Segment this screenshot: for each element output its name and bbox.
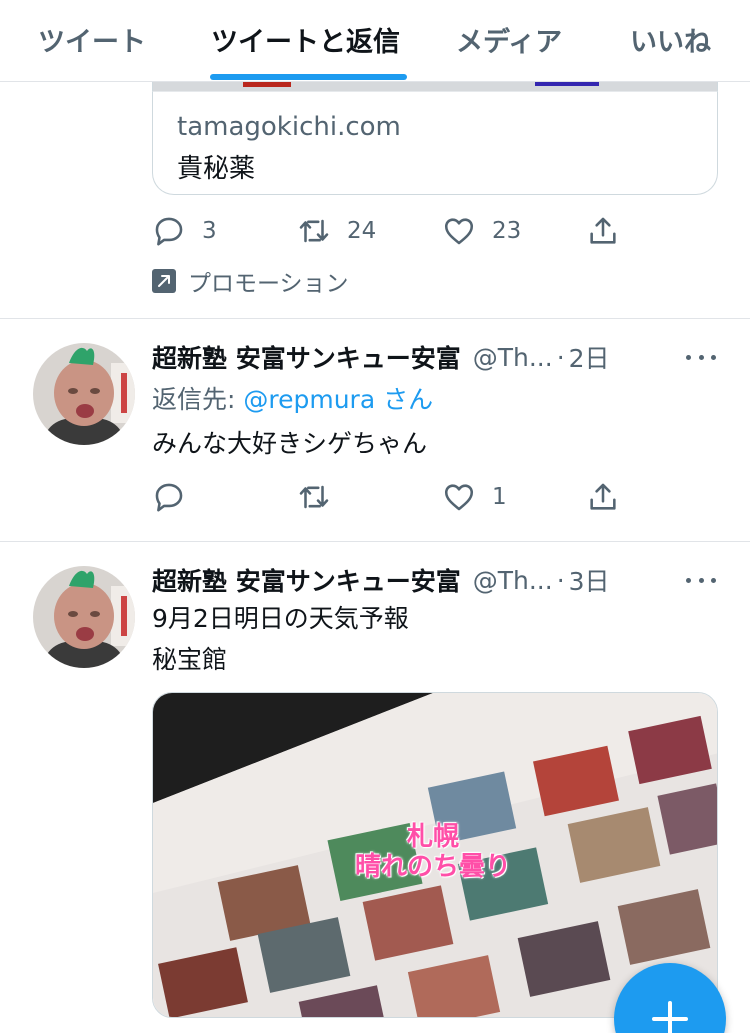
media-caption-line-2: 晴れのち曇り: [355, 852, 512, 882]
promoted-icon: [152, 269, 176, 293]
author-name[interactable]: 超新塾 安富サンキュー安富: [152, 340, 461, 374]
author-handle[interactable]: @Th...: [473, 343, 553, 372]
separator: ·: [556, 565, 565, 595]
avatar[interactable]: [33, 566, 135, 668]
separator: ·: [556, 342, 565, 372]
plus-icon: [652, 1001, 688, 1033]
heart-icon: [444, 484, 474, 511]
tab-tweets-and-replies[interactable]: ツイートと返信: [211, 20, 400, 59]
promoted-label: プロモーション: [188, 271, 349, 297]
profile-tab-bar: ツイート ツイートと返信 メディア いいね: [0, 0, 750, 82]
tweet-time[interactable]: 2日: [569, 340, 610, 374]
retweet-button[interactable]: [297, 477, 331, 517]
retweet-button[interactable]: 24: [297, 211, 376, 251]
tab-media[interactable]: メディア: [456, 20, 562, 59]
retweet-icon: [299, 219, 329, 243]
author-handle[interactable]: @Th...: [473, 566, 553, 595]
tweet-actions: 1: [152, 477, 632, 517]
link-card[interactable]: tamagokichi.com 貴秘薬: [152, 91, 718, 195]
reply-suffix: さん: [375, 385, 434, 414]
divider: [0, 541, 750, 542]
tweet-text: みんな大好きシゲちゃん: [152, 429, 428, 458]
promoted-badge: プロモーション: [152, 264, 349, 298]
tweet-header: 超新塾 安富サンキュー安富 @Th... · 2日: [152, 340, 672, 374]
reply-button[interactable]: [152, 477, 186, 517]
share-button[interactable]: [586, 477, 620, 517]
active-tab-indicator: [210, 74, 407, 80]
tweet-text-line-1: 9月2日明日の天気予報: [152, 604, 409, 633]
like-count: 1: [492, 484, 507, 510]
retweet-count: 24: [347, 218, 377, 244]
tab-tweets[interactable]: ツイート: [38, 20, 146, 59]
heart-icon: [444, 218, 474, 245]
reply-count: 3: [202, 218, 217, 244]
share-icon: [590, 217, 616, 244]
like-count: 23: [492, 218, 522, 244]
promo-tweet-actions: 3 24 23: [152, 211, 632, 251]
tweet-text-line-2: 秘宝館: [152, 645, 228, 674]
tweet-time[interactable]: 3日: [569, 563, 610, 597]
card-domain: tamagokichi.com: [177, 112, 401, 142]
share-icon: [590, 483, 616, 510]
card-title: 貴秘薬: [177, 154, 256, 184]
tweet-header: 超新塾 安富サンキュー安富 @Th... · 3日: [152, 563, 672, 597]
media-caption-line-1: 札幌: [407, 822, 460, 852]
reply-icon: [155, 483, 183, 512]
tab-likes[interactable]: いいね: [630, 20, 711, 59]
like-button[interactable]: 23: [442, 211, 521, 251]
reply-to-prefix: 返信先:: [152, 385, 244, 414]
media-caption: 札幌 晴れのち曇り: [355, 822, 511, 882]
share-button[interactable]: [586, 211, 620, 251]
like-button[interactable]: 1: [442, 477, 507, 517]
reply-to-line: 返信先: @repmura さん: [152, 380, 433, 416]
more-options-button[interactable]: [686, 347, 716, 367]
reply-button[interactable]: 3: [152, 211, 217, 251]
reply-mention-link[interactable]: @repmura: [243, 385, 375, 414]
author-name[interactable]: 超新塾 安富サンキュー安富: [152, 563, 461, 597]
divider: [0, 318, 750, 319]
retweet-icon: [299, 485, 329, 509]
avatar[interactable]: [33, 343, 135, 445]
reply-icon: [155, 217, 183, 246]
more-options-button[interactable]: [686, 570, 716, 590]
